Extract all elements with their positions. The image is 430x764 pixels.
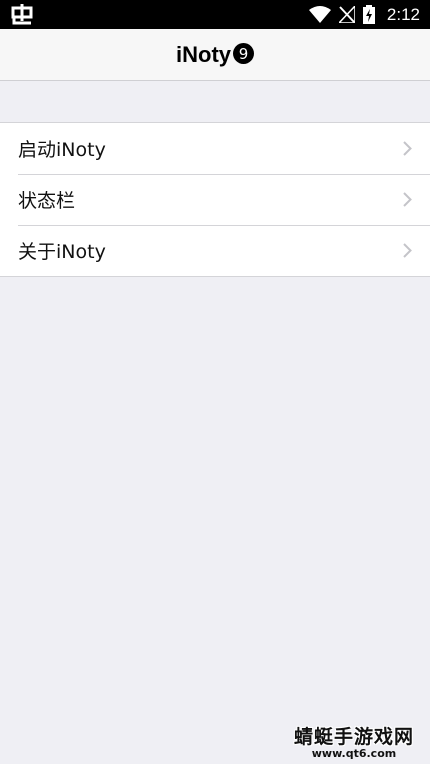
wifi-icon xyxy=(308,6,331,23)
menu-item-label: 关于iNoty xyxy=(18,241,106,263)
battery-charging-icon xyxy=(362,5,375,24)
nav-bar: iNoty 9 xyxy=(0,29,430,81)
status-bar: 2:12 xyxy=(0,0,430,29)
watermark-url: www.qt6.com xyxy=(311,747,397,760)
menu-item-label: 状态栏 xyxy=(18,190,76,212)
chevron-right-icon xyxy=(403,141,412,156)
clock: 2:12 xyxy=(386,4,420,24)
chevron-right-icon xyxy=(403,243,412,258)
menu-item-label: 启动iNoty xyxy=(18,139,106,161)
bug-icon xyxy=(11,4,33,25)
menu-item-about-inoty[interactable]: 关于iNoty xyxy=(0,225,430,276)
menu-item-start-inoty[interactable]: 启动iNoty xyxy=(0,123,430,174)
chevron-right-icon xyxy=(403,192,412,207)
menu-item-status-bar[interactable]: 状态栏 xyxy=(0,174,430,225)
signal-off-icon xyxy=(338,6,355,23)
title-badge: 9 xyxy=(233,43,254,64)
watermark-name: 蜻蜓手游戏网 xyxy=(293,726,414,748)
page-title: iNoty xyxy=(176,41,231,67)
settings-list: 启动iNoty 状态栏 关于iNoty xyxy=(0,122,430,277)
watermark: 蜻蜓手游戏网 www.qt6.com xyxy=(294,722,414,760)
